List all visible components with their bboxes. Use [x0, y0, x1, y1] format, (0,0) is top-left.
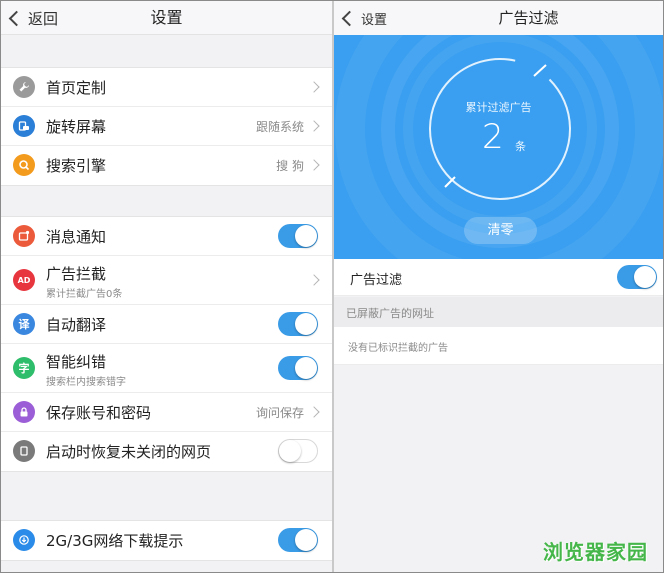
row-label: 保存账号和密码 [46, 404, 152, 422]
settings-group-network: 2G/3G网络下载提示 [1, 520, 332, 561]
toggle-knob [295, 313, 317, 335]
watermark-logo: 浏览器家园 [543, 540, 648, 564]
row-auto-translate[interactable]: 译 自动翻译 [1, 305, 332, 344]
download-prompt-toggle[interactable] [278, 528, 318, 552]
empty-state: 没有已标识拦截的广告 [334, 327, 663, 365]
notifications-toggle[interactable] [278, 224, 318, 248]
row-label: 广告过滤 [350, 273, 403, 288]
row-rotate-screen[interactable]: 旋转屏幕 跟随系统 [1, 107, 332, 146]
restore-pages-toggle[interactable] [278, 439, 318, 463]
row-label: 智能纠错 [46, 353, 107, 371]
row-label: 旋转屏幕 [46, 118, 107, 136]
stats-count: 2 [482, 117, 504, 157]
chevron-right-icon [308, 159, 320, 171]
row-label: 启动时恢复未关闭的网页 [46, 443, 212, 461]
row-subtitle: 累计拦截广告0条 [46, 289, 123, 300]
notification-icon [13, 225, 35, 247]
search-icon [13, 154, 35, 176]
top-bar: 设置 广告过滤 [334, 1, 663, 35]
row-subtitle: 搜索栏内搜索错字 [46, 377, 126, 388]
chevron-right-icon [308, 406, 320, 418]
wrench-icon [13, 76, 35, 98]
chevron-right-icon [308, 120, 320, 132]
row-label: 广告拦截 [46, 265, 107, 283]
top-bar: 返回 设置 [1, 1, 332, 35]
row-label: 消息通知 [46, 228, 107, 246]
lock-icon [13, 401, 35, 423]
row-restore-pages[interactable]: 启动时恢复未关闭的网页 [1, 432, 332, 471]
stats-label: 累计过滤广告 [465, 101, 532, 114]
row-homepage-custom[interactable]: 首页定制 [1, 68, 332, 107]
clear-button[interactable]: 清零 [464, 217, 537, 244]
section-header: 已屏蔽广告的网址 [334, 297, 663, 327]
smart-correction-toggle[interactable] [278, 356, 318, 380]
toggle-knob [295, 357, 317, 379]
empty-label: 没有已标识拦截的广告 [348, 343, 448, 354]
spell-check-icon: 字 [13, 357, 35, 379]
row-ad-filter[interactable]: 广告过滤 [334, 259, 663, 296]
rotate-screen-icon [13, 115, 35, 137]
ad-filter-stats: 累计过滤广告 2 条 清零 [334, 35, 663, 259]
row-label: 搜索引擎 [46, 157, 107, 175]
auto-translate-toggle[interactable] [278, 312, 318, 336]
row-label: 自动翻译 [46, 316, 107, 334]
section-label: 已屏蔽广告的网址 [346, 307, 434, 320]
restore-page-icon [13, 440, 35, 462]
toggle-knob [279, 440, 301, 462]
settings-panel: 返回 设置 首页定制 旋转屏幕 跟随系统 搜索引擎 搜 狗 消息通知 AD 广告… [1, 1, 332, 572]
settings-group-features: 消息通知 AD 广告拦截 累计拦截广告0条 译 自动翻译 字 智能纠错 搜索栏内… [1, 216, 332, 472]
chevron-right-icon [308, 81, 320, 93]
row-label: 2G/3G网络下载提示 [46, 532, 184, 550]
row-save-password[interactable]: 保存账号和密码 询问保存 [1, 393, 332, 432]
ad-filter-panel: 设置 广告过滤 累计过滤广告 2 条 清零 广告过滤 已屏蔽广告的网址 没有已标… [334, 1, 663, 572]
page-title: 广告过滤 [498, 9, 559, 27]
toggle-knob [295, 225, 317, 247]
row-search-engine[interactable]: 搜索引擎 搜 狗 [1, 146, 332, 185]
toggle-knob [634, 266, 656, 288]
page-title: 设置 [150, 8, 183, 27]
row-label: 首页定制 [46, 79, 107, 97]
ad-block-icon: AD [13, 269, 35, 291]
download-icon [13, 529, 35, 551]
row-value: 询问保存 [255, 406, 304, 420]
translate-icon: 译 [13, 313, 35, 335]
row-value: 搜 狗 [276, 159, 304, 173]
row-download-prompt[interactable]: 2G/3G网络下载提示 [1, 521, 332, 560]
row-notifications[interactable]: 消息通知 [1, 217, 332, 256]
settings-group-basic: 首页定制 旋转屏幕 跟随系统 搜索引擎 搜 狗 [1, 67, 332, 186]
toggle-knob [295, 529, 317, 551]
row-value: 跟随系统 [255, 120, 304, 134]
chevron-right-icon [308, 274, 320, 286]
stats-unit: 条 [515, 140, 526, 153]
row-ad-block[interactable]: AD 广告拦截 累计拦截广告0条 [1, 256, 332, 305]
ad-filter-toggle[interactable] [617, 265, 657, 289]
row-smart-correction[interactable]: 字 智能纠错 搜索栏内搜索错字 [1, 344, 332, 393]
